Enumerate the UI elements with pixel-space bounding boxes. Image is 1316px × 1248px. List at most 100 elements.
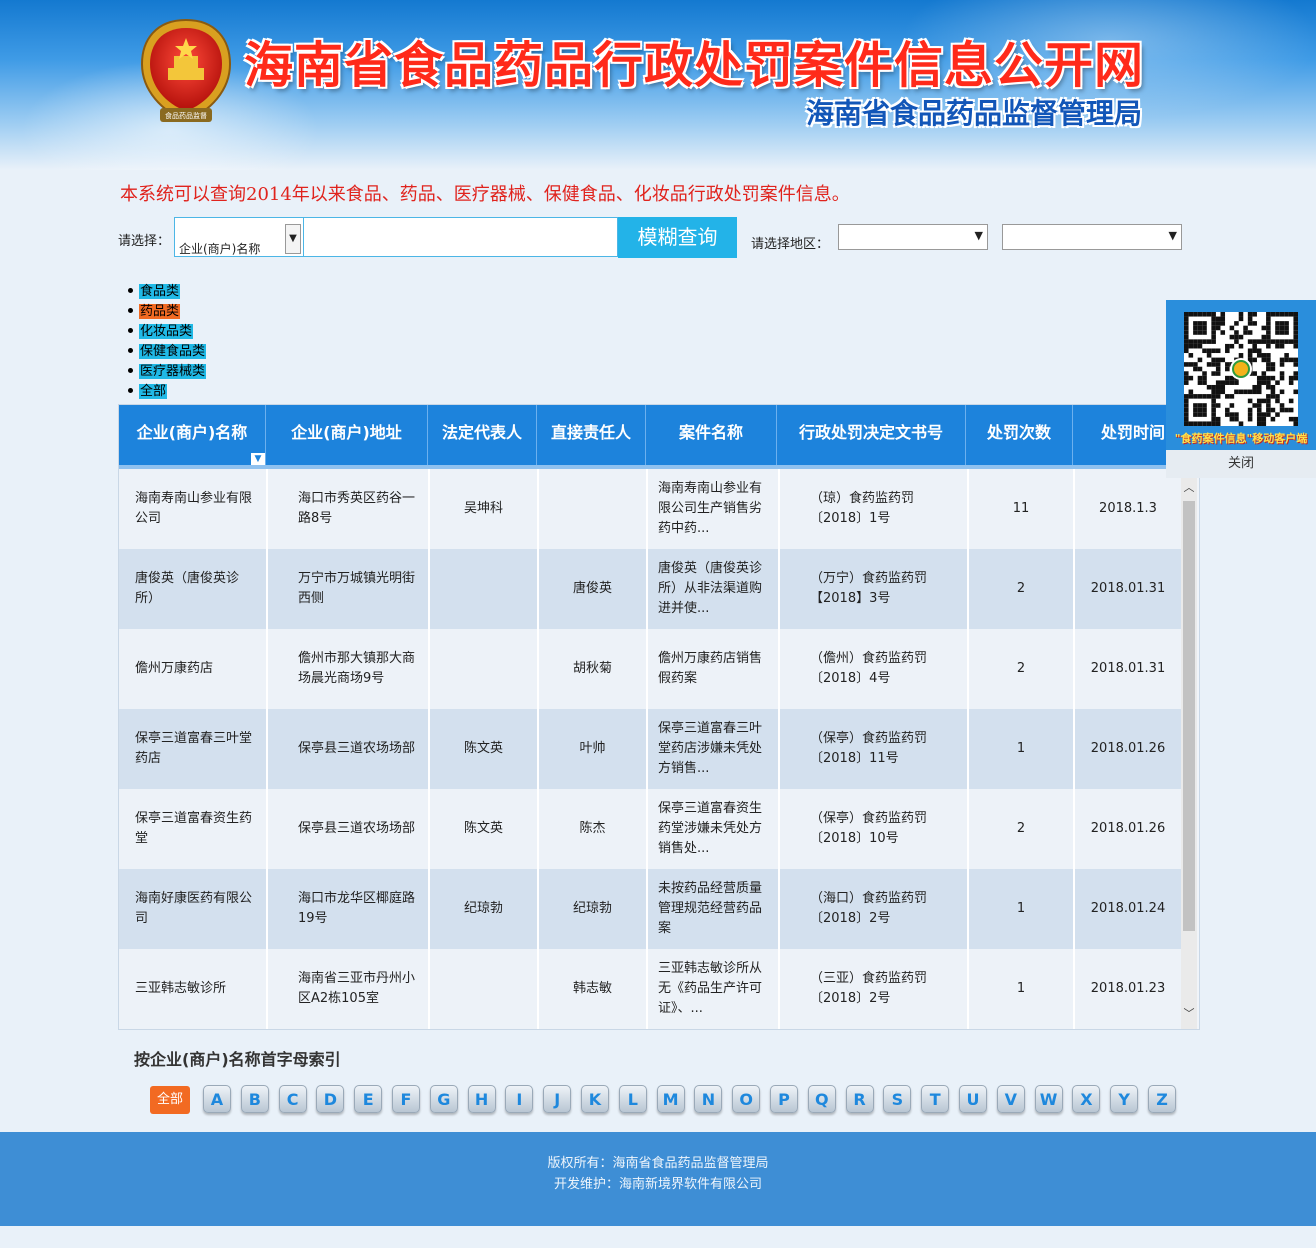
category-all[interactable]: 全部 xyxy=(139,384,168,399)
index-letter-j[interactable]: J xyxy=(543,1085,572,1113)
index-letter-u[interactable]: U xyxy=(959,1085,987,1113)
cell-address: 保亭县三道农场场部 xyxy=(268,789,430,869)
cell-count: 1 xyxy=(969,709,1075,789)
category-food[interactable]: 食品类 xyxy=(139,284,181,299)
table-row[interactable]: 海南寿南山参业有限公司 海口市秀英区药谷一路8号 吴坤科 海南寿南山参业有限公司… xyxy=(119,469,1181,549)
index-letter-o[interactable]: O xyxy=(732,1085,761,1113)
table-row[interactable]: 儋州万康药店 儋州市那大镇那大商场晨光商场9号 胡秋菊 儋州万康药店销售假药案 … xyxy=(119,629,1181,709)
search-field-select[interactable]: 企业(商户)名称 ▼ xyxy=(174,217,304,257)
index-letter-h[interactable]: H xyxy=(467,1085,496,1113)
table-row[interactable]: 唐俊英（唐俊英诊所） 万宁市万城镇光明街西侧 唐俊英 唐俊英（唐俊英诊所）从非法… xyxy=(119,549,1181,629)
index-letter-n[interactable]: N xyxy=(694,1085,723,1113)
index-letter-a[interactable]: A xyxy=(203,1085,231,1113)
scroll-thumb[interactable] xyxy=(1183,501,1195,931)
index-letter-v[interactable]: V xyxy=(996,1085,1025,1113)
cell-address: 海口市秀英区药谷一路8号 xyxy=(268,469,430,549)
footer-developer: 开发维护：海南新境界软件有限公司 xyxy=(553,1177,762,1192)
table-scrollbar[interactable]: ︿ ﹀ xyxy=(1181,469,1197,1029)
table-row[interactable]: 保亭三道富春资生药堂 保亭县三道农场场部 陈文英 陈杰 保亭三道富春资生药堂涉嫌… xyxy=(119,789,1181,869)
cell-legal-rep: 陈文英 xyxy=(430,709,539,789)
qr-code-icon xyxy=(1184,312,1298,426)
region-select-2[interactable]: ▼ xyxy=(1002,224,1182,250)
cell-address: 儋州市那大镇那大商场晨光商场9号 xyxy=(268,629,430,709)
category-list: 食品类 药品类 化妆品类 保健食品类 医疗器械类 全部 xyxy=(128,284,207,404)
qr-code-panel: "食药案件信息"移动客户端 xyxy=(1166,300,1316,450)
index-letter-e[interactable]: E xyxy=(354,1085,383,1113)
category-health-food[interactable]: 保健食品类 xyxy=(139,344,207,359)
region-label: 请选择地区： xyxy=(751,237,830,252)
cell-legal-rep xyxy=(430,549,539,629)
index-letter-p[interactable]: P xyxy=(770,1085,798,1113)
cell-date: 2018.01.26 xyxy=(1090,741,1166,756)
index-letter-z[interactable]: Z xyxy=(1148,1085,1176,1113)
cell-case-name[interactable]: 保亭三道富春三叶堂药店涉嫌未凭处方销售... xyxy=(648,709,780,789)
cell-case-name[interactable]: 唐俊英（唐俊英诊所）从非法渠道购进并使... xyxy=(648,549,780,629)
cell-responsible: 纪琼勃 xyxy=(539,869,648,949)
scroll-down-icon[interactable]: ﹀ xyxy=(1181,1005,1197,1020)
chevron-down-icon: ▼ xyxy=(1168,229,1177,242)
index-letter-l[interactable]: L xyxy=(618,1085,647,1113)
index-letter-r[interactable]: R xyxy=(845,1085,874,1113)
cell-company: 儋州万康药店 xyxy=(119,629,268,709)
index-letter-s[interactable]: S xyxy=(883,1085,912,1113)
cell-count: 2 xyxy=(969,629,1075,709)
cell-case-name[interactable]: 保亭三道富春资生药堂涉嫌未凭处方销售处... xyxy=(648,789,780,869)
emblem-text: 食品药品监督 xyxy=(165,111,207,120)
col-header-count: 处罚次数 xyxy=(966,405,1073,465)
cell-case-name[interactable]: 未按药品经营质量管理规范经营药品案 xyxy=(648,869,780,949)
region-select-1[interactable]: ▼ xyxy=(838,224,988,250)
site-subtitle: 海南省食品药品监督管理局 xyxy=(806,97,1143,130)
category-item: 食品类 xyxy=(128,284,206,304)
cell-company: 海南寿南山参业有限公司 xyxy=(119,469,268,549)
cell-company: 海南好康医药有限公司 xyxy=(119,869,268,949)
cell-case-name[interactable]: 海南寿南山参业有限公司生产销售劣药中药... xyxy=(648,469,780,549)
category-item: 全部 xyxy=(128,384,206,404)
search-input[interactable] xyxy=(304,217,618,257)
intro-text: 本系统可以查询2014年以来食品、药品、医疗器械、保健食品、化妆品行政处罚案件信… xyxy=(120,184,850,205)
index-letter-b[interactable]: B xyxy=(240,1085,269,1113)
col-header-label: 企业(商户)名称 xyxy=(136,423,248,442)
table-row[interactable]: 三亚韩志敏诊所 海南省三亚市丹州小区A2栋105室 韩志敏 三亚韩志敏诊所从无《… xyxy=(119,949,1181,1029)
category-cosmetics[interactable]: 化妆品类 xyxy=(139,324,194,339)
cell-document-no: （琼）食药监药罚〔2018〕1号 xyxy=(780,469,969,549)
cell-document-no: （三亚）食药监药罚〔2018〕2号 xyxy=(780,949,969,1029)
fuzzy-search-button[interactable]: 模糊查询 xyxy=(618,217,737,258)
col-header-company[interactable]: 企业(商户)名称 ▼ xyxy=(119,405,266,465)
cell-address: 保亭县三道农场场部 xyxy=(268,709,430,789)
index-letter-t[interactable]: T xyxy=(921,1085,950,1113)
category-drug[interactable]: 药品类 xyxy=(139,304,181,319)
cell-date: 2018.01.24 xyxy=(1090,901,1166,916)
index-all-button[interactable]: 全部 xyxy=(150,1086,190,1114)
index-letter-y[interactable]: Y xyxy=(1110,1085,1139,1113)
index-letter-d[interactable]: D xyxy=(316,1085,345,1113)
index-letter-c[interactable]: C xyxy=(278,1085,307,1113)
index-letter-w[interactable]: W xyxy=(1034,1085,1063,1113)
index-letter-q[interactable]: Q xyxy=(807,1085,836,1113)
cell-document-no: （保亭）食药监药罚〔2018〕10号 xyxy=(780,789,969,869)
cell-count: 11 xyxy=(969,469,1075,549)
qr-close-button[interactable]: 关闭 xyxy=(1166,450,1316,478)
cell-address: 海口市龙华区椰庭路19号 xyxy=(268,869,430,949)
cell-case-name[interactable]: 儋州万康药店销售假药案 xyxy=(648,629,780,709)
table-header: 企业(商户)名称 ▼ 企业(商户)地址 法定代表人 直接责任人 案件名称 行政处… xyxy=(119,405,1181,469)
table-row[interactable]: 保亭三道富春三叶堂药店 保亭县三道农场场部 陈文英 叶帅 保亭三道富春三叶堂药店… xyxy=(119,709,1181,789)
cell-case-name[interactable]: 三亚韩志敏诊所从无《药品生产许可证》、... xyxy=(648,949,780,1029)
index-letter-m[interactable]: M xyxy=(656,1085,685,1113)
index-letter-f[interactable]: F xyxy=(392,1085,420,1113)
index-letter-x[interactable]: X xyxy=(1072,1085,1101,1113)
cell-legal-rep xyxy=(430,629,539,709)
category-item: 化妆品类 xyxy=(128,324,206,344)
col-header-legal-rep: 法定代表人 xyxy=(428,405,537,465)
category-medical-device[interactable]: 医疗器械类 xyxy=(139,364,207,379)
index-letter-g[interactable]: G xyxy=(429,1085,458,1113)
index-letter-i[interactable]: I xyxy=(505,1085,534,1113)
scroll-up-icon[interactable]: ︿ xyxy=(1181,479,1197,494)
table-row[interactable]: 海南好康医药有限公司 海口市龙华区椰庭路19号 纪琼勃 纪琼勃 未按药品经营质量… xyxy=(119,869,1181,949)
index-letter-k[interactable]: K xyxy=(581,1085,609,1113)
national-emblem-icon: 食品药品监督 xyxy=(140,18,232,122)
cell-legal-rep: 吴坤科 xyxy=(430,469,539,549)
sort-down-icon[interactable]: ▼ xyxy=(251,453,265,465)
cell-document-no: （万宁）食药监药罚【2018】3号 xyxy=(780,549,969,629)
cell-address: 万宁市万城镇光明街西侧 xyxy=(268,549,430,629)
site-header: 食品药品监督 海南省食品药品行政处罚案件信息公开网 海南省食品药品监督管理局 xyxy=(0,0,1316,170)
